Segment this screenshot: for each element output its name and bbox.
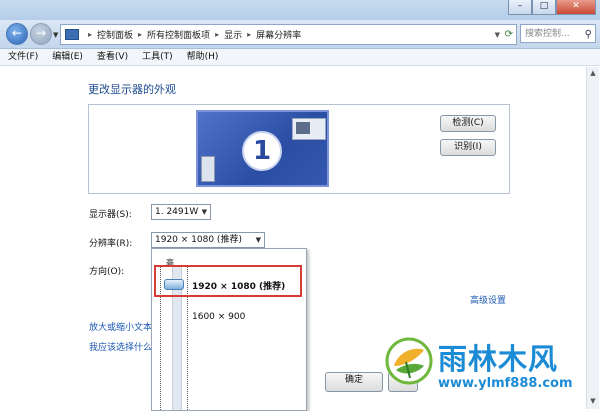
menu-tools[interactable]: 工具(T) [142,49,173,65]
back-arrow-icon: ← [11,26,23,40]
detect-button[interactable]: 检测(C) [440,115,496,132]
chevron-right-icon: ▸ [138,30,143,39]
display-label: 显示器(S): [89,210,132,220]
monitor-1-thumbnail[interactable]: 1 [196,110,329,187]
address-dropdown-icon[interactable]: ▼ [495,31,500,39]
resolution-select[interactable]: 1920 × 1080 (推荐) ▼ [151,232,265,248]
resolution-value: 1920 × 1080 (推荐) [155,235,242,245]
watermark-title: 雨林木风 [438,342,559,376]
resolution-option[interactable]: 1600 × 900 [192,312,245,322]
chevron-down-icon: ▼ [255,236,261,244]
breadcrumb-display[interactable]: 显示 [224,28,242,41]
breadcrumb-control-panel[interactable]: 控制面板 [97,28,133,41]
chevron-down-icon: ▼ [201,208,207,216]
monitor-number: 1 [242,131,282,171]
display-select[interactable]: 1. 2491W ▼ [151,204,211,220]
search-icon[interactable]: ⚲ [585,25,592,44]
window-controls: – □ ✕ [508,0,596,15]
back-button[interactable]: ← [6,23,28,45]
breadcrumb-all-items[interactable]: 所有控制面板项 [147,28,210,41]
chevron-right-icon: ▸ [215,30,220,39]
identify-button[interactable]: 识别(I) [440,139,496,156]
scroll-up-icon[interactable]: ▲ [588,69,598,79]
which-settings-link[interactable]: 我应该选择什么 [89,340,152,353]
forward-arrow-icon: → [35,26,47,40]
menu-view[interactable]: 查看(V) [97,49,128,65]
selection-highlight [154,265,302,297]
minimize-button[interactable]: – [508,0,532,15]
refresh-icon[interactable]: ⟳ [505,29,513,40]
menu-help[interactable]: 帮助(H) [187,49,219,65]
ok-button[interactable]: 确定 [325,372,383,392]
text-size-link[interactable]: 放大或缩小文本 [89,320,152,333]
search-input[interactable]: 搜索控制... ⚲ [520,24,596,43]
orientation-label: 方向(O): [89,267,125,277]
search-placeholder: 搜索控制... [525,29,570,39]
menu-edit[interactable]: 编辑(E) [52,49,83,65]
window-preview-icon [292,118,326,140]
leaf-logo-icon [385,337,433,385]
computer-icon [201,156,215,182]
title-bar: – □ ✕ [0,0,600,21]
display-value: 1. 2491W [155,207,199,217]
watermark: 雨林木风 www.ylmf888.com [384,336,592,406]
forward-button[interactable]: → [30,23,52,45]
chevron-right-icon: ▸ [88,30,93,39]
address-bar[interactable]: ▸ 控制面板 ▸ 所有控制面板项 ▸ 显示 ▸ 屏幕分辨率 ▼ ⟳ [60,24,517,45]
advanced-settings-link[interactable]: 高级设置 [470,293,506,306]
close-button[interactable]: ✕ [556,0,596,15]
recent-pages-dropdown-icon[interactable]: ▼ [53,31,58,39]
resolution-label: 分辨率(R): [89,239,133,249]
control-panel-icon [65,29,79,40]
breadcrumb-resolution[interactable]: 屏幕分辨率 [256,28,301,41]
navigation-bar: ← → ▼ ▸ 控制面板 ▸ 所有控制面板项 ▸ 显示 ▸ 屏幕分辨率 ▼ ⟳ … [0,20,600,49]
chevron-right-icon: ▸ [247,30,252,39]
menu-bar: 文件(F) 编辑(E) 查看(V) 工具(T) 帮助(H) [0,49,600,66]
watermark-url: www.ylmf888.com [438,376,573,391]
menu-file[interactable]: 文件(F) [8,49,38,65]
maximize-button[interactable]: □ [532,0,556,15]
page-title: 更改显示器的外观 [88,83,176,96]
